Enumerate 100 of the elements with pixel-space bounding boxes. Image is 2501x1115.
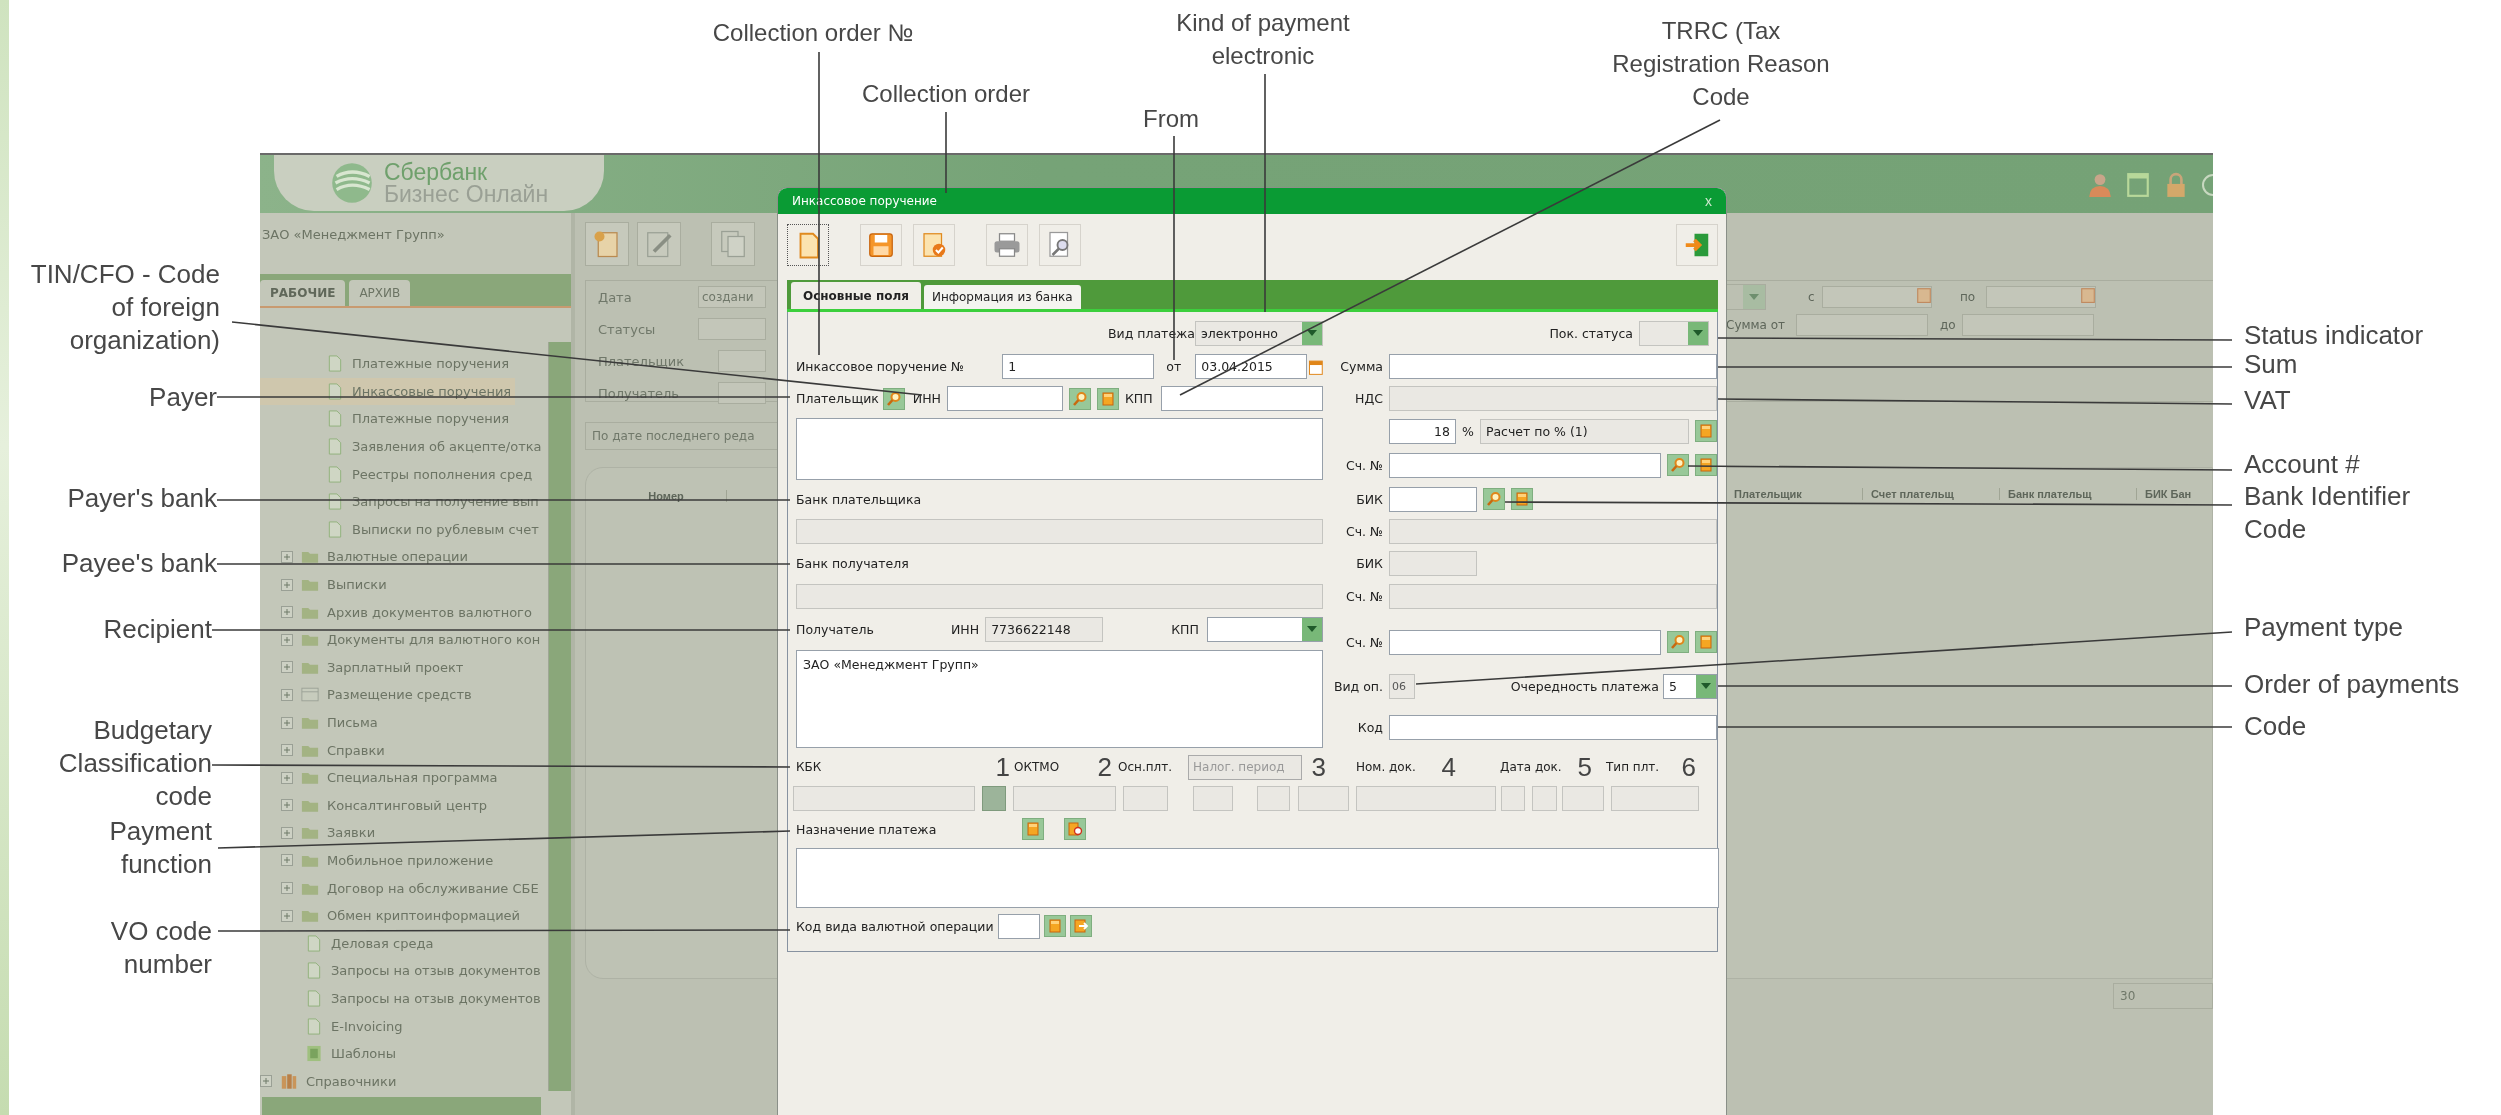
- tree-item[interactable]: Деловая среда: [260, 929, 438, 958]
- expand-icon[interactable]: [281, 909, 293, 922]
- scrollbar[interactable]: [548, 342, 571, 1091]
- tree-item[interactable]: Реестры пополнения сред: [260, 460, 537, 488]
- column-header[interactable]: Банк плательщ: [2000, 488, 2137, 500]
- recipient-field[interactable]: [717, 382, 766, 404]
- tree-item[interactable]: Запросы на отзыв документов: [260, 984, 545, 1013]
- field-label: КПП: [1171, 621, 1199, 637]
- user-icon[interactable]: [2087, 171, 2113, 199]
- page-size-field[interactable]: 30: [2113, 983, 2213, 1009]
- column-header[interactable]: Счет плательщ: [1863, 488, 2000, 500]
- payment-kind-dropdown[interactable]: электронно: [1195, 320, 1323, 346]
- account-field[interactable]: [1389, 629, 1661, 655]
- close-button[interactable]: x: [1705, 193, 1712, 209]
- tree-item[interactable]: Мобильное приложение: [260, 846, 498, 875]
- search-icon: [1072, 390, 1088, 407]
- calendar-icon[interactable]: [2081, 287, 2095, 303]
- date-field[interactable]: [1822, 286, 1932, 308]
- tree-item[interactable]: Платежные поручения: [260, 350, 514, 378]
- date-type-field[interactable]: создани: [697, 286, 766, 308]
- document-date-field: [1562, 785, 1604, 811]
- expand-icon[interactable]: [281, 688, 293, 701]
- vat-rate-field[interactable]: 18: [1389, 418, 1456, 444]
- export-button[interactable]: [1069, 915, 1092, 937]
- bik-field[interactable]: [1389, 486, 1477, 512]
- sum-to-field[interactable]: [1962, 314, 2094, 336]
- tree-item[interactable]: Обмен криптоинформацией: [260, 901, 525, 930]
- tree-item[interactable]: E-Invoicing: [260, 1012, 407, 1040]
- window-icon[interactable]: [2125, 171, 2151, 199]
- expand-icon[interactable]: [281, 578, 293, 591]
- field-label: от: [1166, 359, 1182, 374]
- column-header[interactable]: Номер: [606, 489, 727, 502]
- sum-field[interactable]: [1389, 354, 1717, 379]
- tree-item[interactable]: Заявления об акцепте/отка: [260, 432, 546, 461]
- tree-item[interactable]: Письма: [260, 708, 382, 737]
- tree-item[interactable]: Валютные операции: [260, 543, 473, 571]
- document-icon: [326, 438, 344, 456]
- expand-icon[interactable]: [281, 550, 293, 563]
- date-field[interactable]: [1986, 286, 2096, 308]
- tab[interactable]: РАБОЧИЕ: [260, 280, 346, 306]
- directory-button[interactable]: [1511, 488, 1533, 510]
- tree-item[interactable]: Выписки: [260, 570, 391, 599]
- payment-purpose-field[interactable]: [796, 848, 1719, 908]
- document-icon: [305, 1017, 323, 1035]
- expand-icon[interactable]: [281, 826, 293, 839]
- scrollbar[interactable]: [262, 1097, 541, 1115]
- statuses-field[interactable]: [697, 318, 766, 340]
- tree-item[interactable]: Зарплатный проект: [260, 653, 468, 682]
- tree-item[interactable]: Шаблоны: [260, 1039, 400, 1068]
- tree-item[interactable]: Справки: [260, 736, 389, 764]
- tree-item[interactable]: Запросы на отзыв документов: [260, 957, 545, 985]
- expand-icon[interactable]: [260, 1075, 272, 1088]
- recipient-name-field[interactable]: ЗАО «Менеджмент Групп»: [796, 650, 1323, 748]
- payer-field[interactable]: [717, 350, 766, 372]
- expand-icon[interactable]: [281, 606, 293, 619]
- currency-operation-field[interactable]: [997, 913, 1040, 939]
- expand-icon[interactable]: [281, 882, 293, 895]
- exit-button[interactable]: [1676, 224, 1718, 266]
- calendar-icon[interactable]: [1309, 357, 1323, 376]
- search-button[interactable]: [882, 387, 905, 410]
- tree-item[interactable]: Выписки по рублевым счет: [260, 515, 543, 544]
- expand-icon[interactable]: [281, 633, 293, 646]
- search-icon: [1486, 491, 1502, 507]
- order-number-field[interactable]: 1: [1002, 354, 1155, 379]
- tab[interactable]: Информация из банка: [923, 285, 1081, 309]
- expand-icon[interactable]: [281, 771, 293, 784]
- tree-item[interactable]: Специальная программа: [260, 763, 502, 792]
- payer-name-field[interactable]: [796, 418, 1323, 480]
- tree-item[interactable]: Документы для валютного кон: [260, 625, 545, 654]
- tree-item[interactable]: Архив документов валютного: [260, 598, 536, 626]
- directory-button[interactable]: [1695, 454, 1717, 476]
- column-header[interactable]: БИК Бан: [2137, 488, 2192, 500]
- expand-icon[interactable]: [281, 799, 293, 812]
- field-label: Сч. №: [1344, 588, 1383, 604]
- tree-item[interactable]: Инкассовые поручения: [260, 377, 516, 406]
- book-icon: [1698, 457, 1714, 473]
- tree-item[interactable]: Размещение средств: [260, 681, 476, 709]
- priority-dropdown[interactable]: 5: [1663, 673, 1717, 699]
- account-field[interactable]: [1389, 452, 1661, 478]
- add-button[interactable]: [1064, 818, 1086, 840]
- expand-icon[interactable]: [281, 716, 293, 729]
- tree-item[interactable]: Платежные поручения: [260, 405, 514, 433]
- tree-item[interactable]: Справочники: [260, 1067, 401, 1096]
- calendar-icon[interactable]: [1917, 287, 1931, 303]
- kpp-field[interactable]: [1160, 386, 1323, 411]
- tree-item[interactable]: Заявки: [260, 819, 380, 847]
- code-field[interactable]: [1389, 714, 1717, 740]
- expand-icon[interactable]: [281, 661, 293, 674]
- tab[interactable]: АРХИВ: [349, 280, 411, 306]
- field-label: Пок. статуса: [1549, 325, 1633, 341]
- expand-icon[interactable]: [281, 744, 293, 757]
- document-date-field: [1532, 785, 1557, 811]
- toolbar-button[interactable]: [787, 224, 829, 266]
- status-dropdown[interactable]: [1639, 320, 1709, 346]
- inn-field[interactable]: [947, 386, 1063, 411]
- sum-from-field[interactable]: [1796, 314, 1928, 336]
- tree-item[interactable]: Консалтинговый центр: [260, 791, 492, 820]
- tree-item[interactable]: Договор на обслуживание СБЕ: [260, 874, 543, 902]
- expand-icon[interactable]: [281, 854, 293, 867]
- kpp-dropdown[interactable]: [1206, 616, 1323, 642]
